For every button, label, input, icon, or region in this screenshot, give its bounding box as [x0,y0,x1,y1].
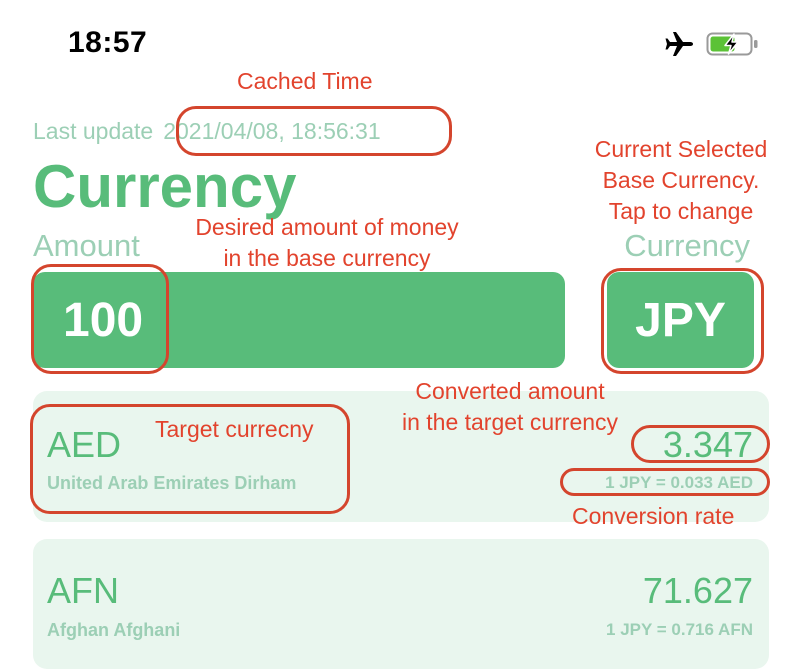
currency-name: Afghan Afghani [47,620,181,640]
annotation-box-cached-time [176,106,452,156]
currency-list-item[interactable]: AFN Afghan Afghani 71.627 1 JPY = 0.716 … [33,539,769,669]
annotation-box-target-currency [30,404,350,514]
status-bar-time: 18:57 [68,26,148,59]
page-title: Currency [33,153,297,220]
annotation-box-amount [31,264,169,374]
last-update-label: Last update [33,118,154,144]
annotation-desired-amount: Desired amount of money in the base curr… [195,214,459,271]
annotation-conversion-rate: Conversion rate [572,503,735,529]
currency-label: Currency [624,228,750,263]
amount-label: Amount [33,228,140,263]
annotation-base-currency: Current Selected Base Currency. Tap to c… [594,136,768,224]
currency-code: AFN [47,570,119,611]
converted-amount: 71.627 [642,570,753,611]
annotation-converted-amount: Converted amount in the target currency [401,378,619,435]
airplane-icon [665,32,693,56]
conversion-rate: 1 JPY = 0.716 AFN [606,620,753,639]
annotation-box-base-currency [601,268,764,374]
battery-charging-icon [706,32,758,56]
annotation-box-converted-amount [631,425,770,463]
annotation-box-conversion-rate [560,468,770,496]
annotation-cached-time: Cached Time [237,68,373,94]
